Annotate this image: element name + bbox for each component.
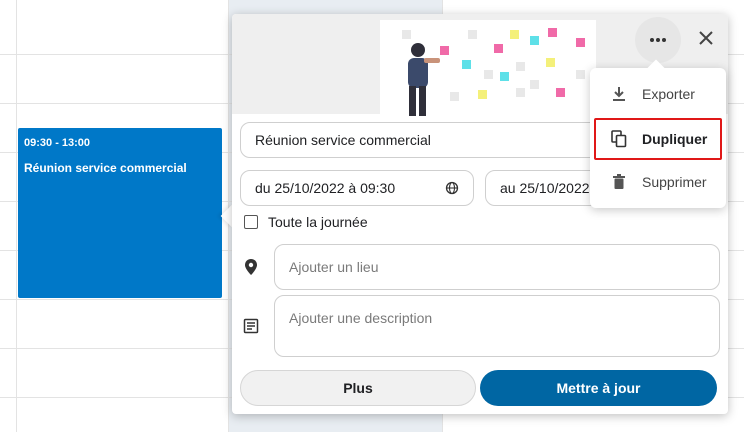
menu-item-label: Dupliquer [642,131,708,147]
calendar-event[interactable]: 09:30 - 13:00 Réunion service commercial [18,128,222,298]
menu-item-export[interactable]: Exporter [594,74,722,114]
more-options-button[interactable] [635,17,681,63]
location-pin-icon [245,259,257,275]
event-title: Réunion service commercial [24,161,187,175]
all-day-toggle[interactable]: Toute la journée [244,212,368,232]
more-button[interactable]: Plus [240,370,476,406]
location-placeholder: Ajouter un lieu [289,259,379,275]
menu-item-delete[interactable]: Supprimer [594,162,722,202]
event-title-value: Réunion service commercial [255,132,431,148]
event-time: 09:30 - 13:00 [24,137,91,149]
close-icon [699,31,713,45]
menu-item-label: Exporter [642,86,695,102]
all-day-label: Toute la journée [268,214,368,230]
trash-icon [608,174,630,190]
description-input[interactable]: Ajouter une description [274,295,720,357]
download-icon [608,86,630,102]
end-date-value: au 25/10/2022 [500,180,590,196]
start-date-field[interactable]: du 25/10/2022 à 09:30 [240,170,474,206]
menu-item-duplicate[interactable]: Dupliquer [594,118,722,160]
options-menu: Exporter Dupliquer Supprimer [590,68,726,208]
event-title-input[interactable]: Réunion service commercial [240,122,600,158]
more-horizontal-icon [650,38,666,42]
location-input[interactable]: Ajouter un lieu [274,244,720,290]
close-button[interactable] [692,24,720,52]
description-placeholder: Ajouter une description [289,310,433,326]
globe-icon[interactable] [445,181,459,195]
update-button[interactable]: Mettre à jour [480,370,717,406]
notes-icon [243,318,259,334]
start-date-value: du 25/10/2022 à 09:30 [255,180,396,196]
all-day-checkbox[interactable] [244,215,258,229]
menu-item-label: Supprimer [642,174,707,190]
duplicate-icon [608,130,630,148]
illustration-image [380,20,596,116]
